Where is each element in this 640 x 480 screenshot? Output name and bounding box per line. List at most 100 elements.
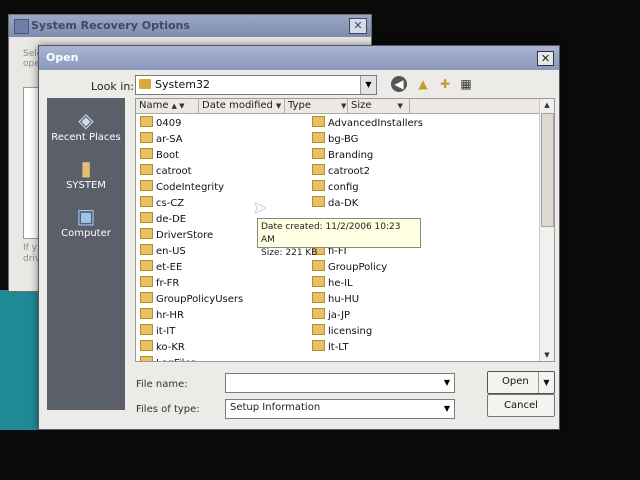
list-item-label: Branding (328, 150, 374, 161)
folder-icon (312, 116, 325, 127)
folder-icon (140, 132, 153, 143)
back-icon[interactable]: ◀ (391, 76, 407, 92)
system-recovery-title: System Recovery Options (31, 19, 190, 32)
list-item-label: it-IT (156, 326, 176, 337)
folder-icon (312, 340, 325, 351)
column-type[interactable]: Type ▼ (285, 99, 348, 113)
open-button[interactable]: Open ▼ (487, 371, 555, 394)
open-dialog-title-bar[interactable]: Open ✕ (39, 46, 559, 70)
file-name-input[interactable]: ▼ (225, 373, 455, 393)
folder-icon (140, 228, 153, 239)
list-item[interactable]: GroupPolicy (312, 260, 387, 276)
folder-icon (312, 164, 325, 175)
folder-icon (140, 324, 153, 335)
close-icon[interactable]: ✕ (537, 51, 554, 66)
folder-icon (140, 260, 153, 271)
new-folder-icon[interactable]: ✚ (436, 75, 454, 93)
folder-icon (312, 132, 325, 143)
list-item-label: en-US (156, 246, 186, 257)
list-item[interactable]: Branding (312, 148, 373, 164)
place-system[interactable]: ▮ SYSTEM (47, 156, 125, 191)
folder-icon (312, 260, 325, 271)
system-recovery-title-bar[interactable]: System Recovery Options ✕ (9, 15, 371, 37)
list-item[interactable]: de-DE (140, 212, 186, 228)
list-item[interactable]: hr-HR (140, 308, 184, 324)
chevron-down-icon: ▼ (397, 102, 403, 110)
place-label: Recent Places (51, 132, 121, 143)
views-icon[interactable]: ▦ (457, 75, 475, 93)
chevron-down-icon[interactable]: ▼ (538, 372, 554, 393)
list-item[interactable]: ja-JP (312, 308, 350, 324)
column-name[interactable]: Name ▲ ▼ (136, 99, 199, 113)
folder-icon (140, 276, 153, 287)
chevron-down-icon[interactable]: ▼ (360, 76, 376, 94)
list-item[interactable]: 0409 (140, 116, 181, 132)
tooltip-size: Size: 221 KB (261, 248, 318, 258)
sort-arrow-icon: ▲ ▼ (171, 102, 185, 110)
place-recent-places[interactable]: ◈ Recent Places (47, 108, 125, 143)
list-item[interactable]: CodeIntegrity (140, 180, 224, 196)
desktop-background (0, 290, 42, 440)
list-item[interactable]: LogFiles (140, 356, 196, 361)
folder-icon (140, 196, 153, 207)
chevron-down-icon[interactable]: ▼ (440, 374, 454, 392)
list-item[interactable]: he-IL (312, 276, 353, 292)
file-info-tooltip: Date created: 11/2/2006 10:23 AM Size: 2… (257, 218, 421, 258)
chevron-down-icon[interactable]: ▼ (440, 400, 454, 418)
scroll-up-icon[interactable]: ▲ (540, 99, 554, 111)
column-size[interactable]: Size ▼ (348, 99, 410, 113)
list-item-label: bg-BG (328, 134, 359, 145)
mouse-cursor-icon: ➤ (253, 198, 267, 217)
folder-icon (140, 116, 153, 127)
list-item[interactable]: da-DK (312, 196, 358, 212)
list-item[interactable]: catroot (140, 164, 192, 180)
list-item-label: fr-FR (156, 278, 180, 289)
folder-icon (140, 148, 153, 159)
folder-icon (140, 212, 153, 223)
list-item[interactable]: hu-HU (312, 292, 359, 308)
folder-icon (140, 340, 153, 351)
screen-bottom-border (0, 430, 640, 480)
cancel-button[interactable]: Cancel (487, 394, 555, 417)
look-in-value: System32 (155, 78, 211, 91)
list-item[interactable]: config (312, 180, 359, 196)
folder-icon (312, 196, 325, 207)
list-item-label: licensing (328, 326, 373, 337)
list-item[interactable]: et-EE (140, 260, 182, 276)
list-item[interactable]: en-US (140, 244, 186, 260)
files-of-type-select[interactable]: Setup Information ▼ (225, 399, 455, 419)
look-in-select[interactable]: System32 ▼ (135, 75, 377, 95)
chevron-down-icon: ▼ (275, 102, 282, 110)
list-item[interactable]: licensing (312, 324, 372, 340)
place-label: Computer (61, 228, 111, 239)
list-item[interactable]: it-IT (140, 324, 175, 340)
file-name-label: File name: (136, 379, 188, 390)
list-item[interactable]: ko-KR (140, 340, 185, 356)
list-item[interactable]: AdvancedInstallers (312, 116, 423, 132)
folder-icon (312, 324, 325, 335)
list-item[interactable]: fr-FR (140, 276, 179, 292)
list-item[interactable]: Boot (140, 148, 179, 164)
list-item[interactable]: DriverStore (140, 228, 213, 244)
open-button-label: Open (502, 376, 529, 387)
list-item[interactable]: GroupPolicyUsers (140, 292, 243, 308)
list-item-label: LogFiles (156, 358, 196, 361)
list-item-label: da-DK (328, 198, 359, 209)
scroll-down-icon[interactable]: ▼ (540, 349, 554, 361)
folder-icon (312, 292, 325, 303)
scroll-thumb[interactable] (541, 113, 554, 227)
vertical-scrollbar[interactable]: ▲ ▼ (539, 99, 554, 361)
column-date-modified[interactable]: Date modified ▼ (199, 99, 285, 113)
computer-icon: ▣ (76, 204, 96, 228)
list-item[interactable]: catroot2 (312, 164, 370, 180)
list-item[interactable]: lt-LT (312, 340, 349, 356)
files-of-type-value: Setup Information (230, 402, 321, 413)
list-item[interactable]: ar-SA (140, 132, 183, 148)
list-item[interactable]: cs-CZ (140, 196, 184, 212)
close-icon[interactable]: ✕ (349, 18, 367, 34)
folder-icon (140, 292, 153, 303)
list-item[interactable]: bg-BG (312, 132, 358, 148)
place-computer[interactable]: ▣ Computer (47, 204, 125, 239)
up-folder-icon[interactable]: ▲ (414, 75, 432, 93)
folder-icon (139, 79, 151, 89)
